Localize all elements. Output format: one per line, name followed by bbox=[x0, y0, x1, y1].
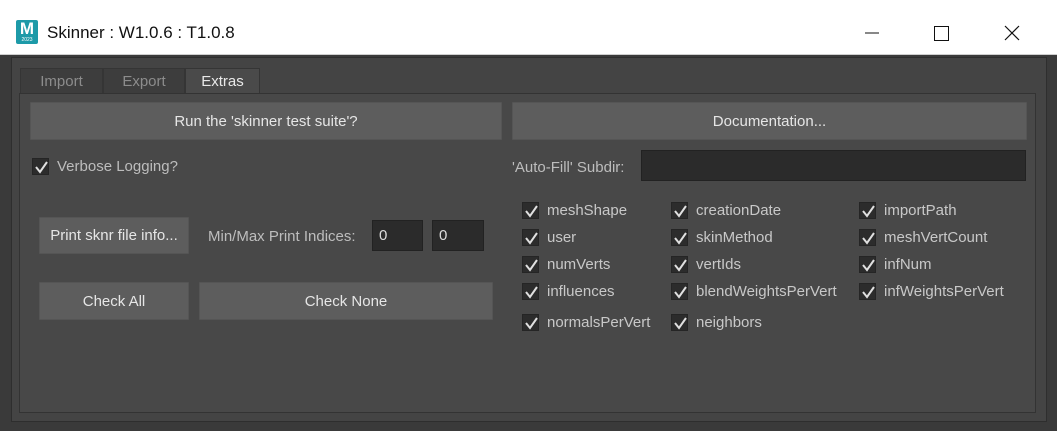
autofill-subdir-input[interactable] bbox=[641, 150, 1026, 181]
normals-per-vert-label: normalsPerVert bbox=[547, 314, 651, 331]
influences-label: influences bbox=[547, 283, 615, 300]
checkmark-icon bbox=[525, 259, 538, 272]
inf-num-checkbox[interactable] bbox=[859, 256, 876, 273]
minimize-icon bbox=[865, 32, 879, 34]
influences-checkbox[interactable] bbox=[522, 283, 539, 300]
checkmark-icon bbox=[674, 286, 687, 299]
mesh-shape-checkbox[interactable] bbox=[522, 202, 539, 219]
close-icon bbox=[1004, 25, 1020, 41]
check-none-button[interactable]: Check None bbox=[199, 282, 493, 320]
checkmark-icon bbox=[525, 232, 538, 245]
max-index-input[interactable]: 0 bbox=[432, 220, 484, 251]
min-index-input[interactable]: 0 bbox=[372, 220, 423, 251]
extras-panel: Run the 'skinner test suite'? Verbose Lo… bbox=[19, 93, 1036, 413]
skinner-window: Import Export Extras Run the 'skinner te… bbox=[11, 57, 1047, 422]
mesh-shape-label: meshShape bbox=[547, 202, 628, 219]
print-file-info-button[interactable]: Print sknr file info... bbox=[39, 217, 189, 254]
checkmark-icon bbox=[674, 205, 687, 218]
tab-extras[interactable]: Extras bbox=[185, 68, 260, 94]
creation-date-checkbox[interactable] bbox=[671, 202, 688, 219]
inf-num-label: infNum bbox=[884, 256, 932, 273]
minmax-indices-label: Min/Max Print Indices: bbox=[208, 228, 356, 245]
autofill-subdir-label: 'Auto-Fill' Subdir: bbox=[512, 159, 625, 176]
checkmark-icon bbox=[525, 317, 538, 330]
checkmark-icon bbox=[674, 232, 687, 245]
app-icon-sub: 2023 bbox=[21, 37, 33, 43]
blend-weights-per-vert-checkbox[interactable] bbox=[671, 283, 688, 300]
normals-per-vert-checkbox[interactable] bbox=[522, 314, 539, 331]
checkmark-icon bbox=[674, 259, 687, 272]
mesh-vert-count-label: meshVertCount bbox=[884, 229, 988, 246]
verbose-logging-label: Verbose Logging? bbox=[57, 158, 178, 175]
inf-weights-per-vert-checkbox[interactable] bbox=[859, 283, 876, 300]
close-button[interactable] bbox=[989, 14, 1035, 52]
maya-app-icon: M 2023 bbox=[16, 20, 38, 44]
blend-weights-per-vert-label: blendWeightsPerVert bbox=[696, 283, 837, 300]
skin-method-label: skinMethod bbox=[696, 229, 773, 246]
checkmark-icon bbox=[525, 286, 538, 299]
app-icon-letter: M bbox=[19, 19, 35, 38]
mesh-vert-count-checkbox[interactable] bbox=[859, 229, 876, 246]
run-test-suite-button[interactable]: Run the 'skinner test suite'? bbox=[30, 102, 502, 140]
inf-weights-per-vert-label: infWeightsPerVert bbox=[884, 283, 1004, 300]
verbose-logging-checkbox[interactable] bbox=[32, 158, 49, 175]
maximize-icon bbox=[934, 26, 949, 41]
vert-ids-label: vertIds bbox=[696, 256, 742, 273]
checkmark-icon bbox=[862, 205, 875, 218]
documentation-button[interactable]: Documentation... bbox=[512, 102, 1027, 140]
checkmark-icon bbox=[862, 259, 875, 272]
skin-method-checkbox[interactable] bbox=[671, 229, 688, 246]
tab-export[interactable]: Export bbox=[103, 68, 185, 94]
minimize-button[interactable] bbox=[849, 14, 895, 52]
tab-import[interactable]: Import bbox=[20, 68, 103, 94]
window-title: Skinner : W1.0.6 : T1.0.8 bbox=[47, 23, 235, 42]
import-path-label: importPath bbox=[884, 202, 957, 219]
num-verts-checkbox[interactable] bbox=[522, 256, 539, 273]
checkmark-icon bbox=[35, 161, 48, 174]
user-label: user bbox=[547, 229, 577, 246]
neighbors-label: neighbors bbox=[696, 314, 762, 331]
checkmark-icon bbox=[862, 232, 875, 245]
import-path-checkbox[interactable] bbox=[859, 202, 876, 219]
vert-ids-checkbox[interactable] bbox=[671, 256, 688, 273]
num-verts-label: numVerts bbox=[547, 256, 611, 273]
title-bar: M 2023 Skinner : W1.0.6 : T1.0.8 bbox=[0, 0, 1057, 55]
checkmark-icon bbox=[674, 317, 687, 330]
maximize-button[interactable] bbox=[918, 14, 964, 52]
neighbors-checkbox[interactable] bbox=[671, 314, 688, 331]
user-checkbox[interactable] bbox=[522, 229, 539, 246]
checkmark-icon bbox=[862, 286, 875, 299]
creation-date-label: creationDate bbox=[696, 202, 782, 219]
check-all-button[interactable]: Check All bbox=[39, 282, 189, 320]
checkmark-icon bbox=[525, 205, 538, 218]
